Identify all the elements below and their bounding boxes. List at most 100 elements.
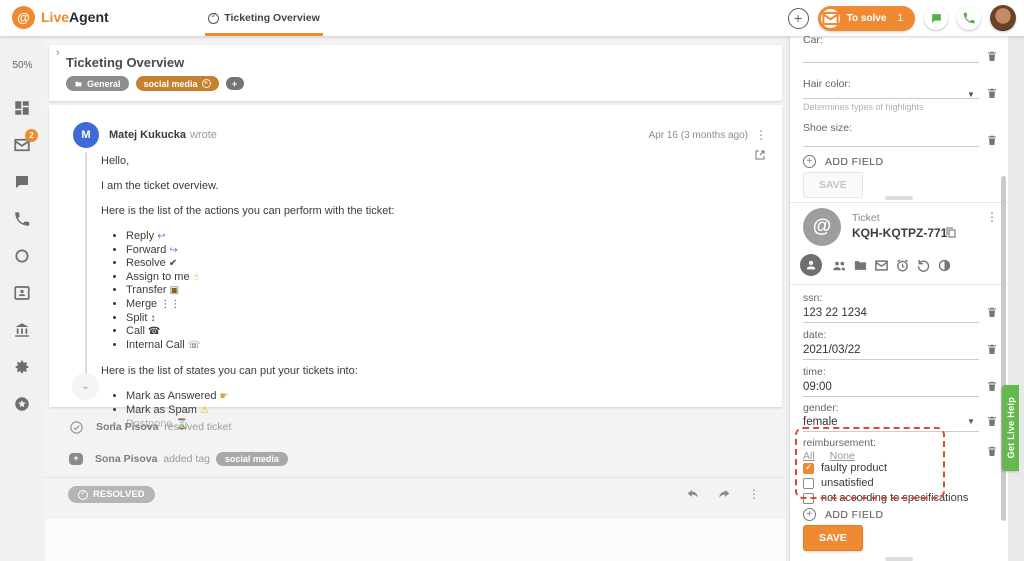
tab-mail-icon[interactable] <box>874 258 889 273</box>
tag-social-media[interactable]: social media × <box>136 76 219 91</box>
phone-icon <box>962 11 976 25</box>
author-action: wrote <box>190 129 217 141</box>
ticket-menu-icon[interactable]: ⋮ <box>986 210 998 224</box>
ssn-value[interactable]: 123 22 1234 <box>803 307 867 319</box>
event-tag[interactable]: social media <box>216 452 288 466</box>
tab-contrast-icon[interactable] <box>937 258 952 273</box>
date-value[interactable]: 2021/03/22 <box>803 344 861 356</box>
select-all-link[interactable]: All <box>803 450 815 462</box>
checkbox-row[interactable]: unsatisfied <box>803 477 874 489</box>
tickets-mail-icon[interactable]: 2 <box>13 136 31 154</box>
select-none-link[interactable]: None <box>830 450 855 462</box>
tab-contact-active[interactable] <box>800 254 822 276</box>
add-tag-button[interactable]: + <box>226 77 244 90</box>
tag-general[interactable]: General <box>66 76 129 91</box>
plus-circle-icon: + <box>803 155 816 168</box>
delete-field-icon[interactable] <box>986 87 998 100</box>
save-button[interactable]: SAVE <box>803 525 863 551</box>
ticket-header-card: › Ticketing Overview General social medi… <box>49 45 782 101</box>
tab-alarm-icon[interactable] <box>895 258 910 273</box>
gender-value[interactable]: female <box>803 416 838 428</box>
car-input[interactable] <box>803 62 979 63</box>
select-links: All None <box>803 450 855 462</box>
settings-gear-icon[interactable] <box>13 358 31 376</box>
add-ticket-button[interactable]: + <box>788 8 809 29</box>
checkbox-checked-icon[interactable] <box>803 463 814 474</box>
folder-icon <box>74 80 83 88</box>
delete-field-icon[interactable] <box>986 134 998 147</box>
contacts-icon[interactable] <box>13 284 31 302</box>
social-ring-icon[interactable] <box>13 247 31 265</box>
panel-resize-handle[interactable] <box>885 557 913 561</box>
ticket-code: KQH-KQTPZ-771 <box>852 226 947 240</box>
ticket-avatar: @ <box>803 208 841 246</box>
liveagent-app: @ LiveAgent Ticketing Overview + To solv… <box>0 0 1024 561</box>
checkbox-row[interactable]: not according to specifications <box>803 492 968 504</box>
star-circle-icon[interactable] <box>13 395 31 413</box>
academy-bank-icon[interactable] <box>13 321 31 339</box>
page-scrollbar-gutter[interactable] <box>1009 36 1024 561</box>
more-actions-icon[interactable]: ⋮ <box>748 487 760 501</box>
list-item: Split ↕ <box>126 312 652 326</box>
merge-icon: ⋮⋮ <box>160 299 180 310</box>
message-paragraph: Hello, <box>101 155 652 167</box>
save-button-disabled[interactable]: SAVE <box>803 172 863 198</box>
list-item: Internal Call ☏ <box>126 339 652 353</box>
message-menu-icon[interactable]: ⋮ <box>755 128 767 142</box>
delete-field-icon[interactable] <box>986 306 998 319</box>
remove-tag-icon[interactable]: × <box>202 79 211 88</box>
chats-rail-icon[interactable] <box>13 173 31 191</box>
add-field-button[interactable]: + ADD FIELD <box>803 155 883 168</box>
status-badge[interactable]: RESOLVED <box>68 486 155 503</box>
mail-badge: 2 <box>25 129 38 142</box>
actions-list: Reply ↩ Forward ↪ Resolve ✔ Assign to me… <box>101 230 652 352</box>
tab-group-icon[interactable] <box>832 258 847 273</box>
chevron-right-icon[interactable]: › <box>56 47 60 59</box>
checkbox-icon[interactable] <box>803 478 814 489</box>
resolved-check-icon <box>69 420 84 435</box>
field-helper-text: Determines types of highlights <box>803 102 924 112</box>
time-value[interactable]: 09:00 <box>803 381 832 393</box>
list-item: Call ☎ <box>126 325 652 339</box>
reply-action-icon[interactable] <box>686 487 700 501</box>
brand-logo[interactable]: @ LiveAgent <box>12 6 109 29</box>
dropdown-caret-icon[interactable]: ▼ <box>967 417 975 426</box>
panel-resize-handle[interactable] <box>885 196 913 200</box>
top-bar: @ LiveAgent Ticketing Overview + To solv… <box>0 0 1024 36</box>
chats-button[interactable] <box>924 6 948 30</box>
tab-history-icon[interactable] <box>916 258 931 273</box>
zoom-level: 50% <box>0 60 45 71</box>
tab-tickets-icon[interactable] <box>853 258 868 273</box>
tab-ticketing-overview[interactable]: Ticketing Overview <box>205 0 323 36</box>
tag-added-icon: + <box>69 453 83 465</box>
delete-field-icon[interactable] <box>986 343 998 356</box>
answered-hand-icon: ☛ <box>220 391 229 402</box>
hair-color-select[interactable] <box>803 98 979 99</box>
field-label-date: date: <box>803 329 826 341</box>
copy-icon[interactable] <box>945 226 957 239</box>
delete-field-icon[interactable] <box>986 380 998 393</box>
checkbox-icon[interactable] <box>803 493 814 504</box>
divider <box>790 202 1008 203</box>
add-field-button[interactable]: + ADD FIELD <box>803 508 883 521</box>
delete-field-icon[interactable] <box>986 445 998 458</box>
list-item: Merge ⋮⋮ <box>126 298 652 312</box>
forward-action-icon[interactable] <box>717 487 731 501</box>
calls-rail-icon[interactable] <box>13 210 31 228</box>
delete-field-icon[interactable] <box>986 50 998 63</box>
delete-field-icon[interactable] <box>986 415 998 428</box>
shoe-size-input[interactable] <box>803 146 979 147</box>
event-action: resolved ticket <box>164 421 231 433</box>
expand-message-icon[interactable] <box>754 149 766 161</box>
list-item: Transfer ▣ <box>126 284 652 298</box>
check-icon: ✔ <box>169 258 177 269</box>
calls-button[interactable] <box>957 6 981 30</box>
to-solve-button[interactable]: To solve 1 <box>818 6 915 31</box>
message-paragraph: Here is the list of states you can put y… <box>101 365 652 377</box>
collapse-thread-button[interactable]: ⌄ <box>72 373 99 400</box>
live-help-tab[interactable]: Get Live Help <box>1002 385 1019 471</box>
checkbox-row[interactable]: faulty product <box>803 462 887 474</box>
user-avatar[interactable] <box>990 5 1016 31</box>
dashboard-icon[interactable] <box>13 99 31 117</box>
author-name: Matej Kukucka <box>109 129 186 141</box>
